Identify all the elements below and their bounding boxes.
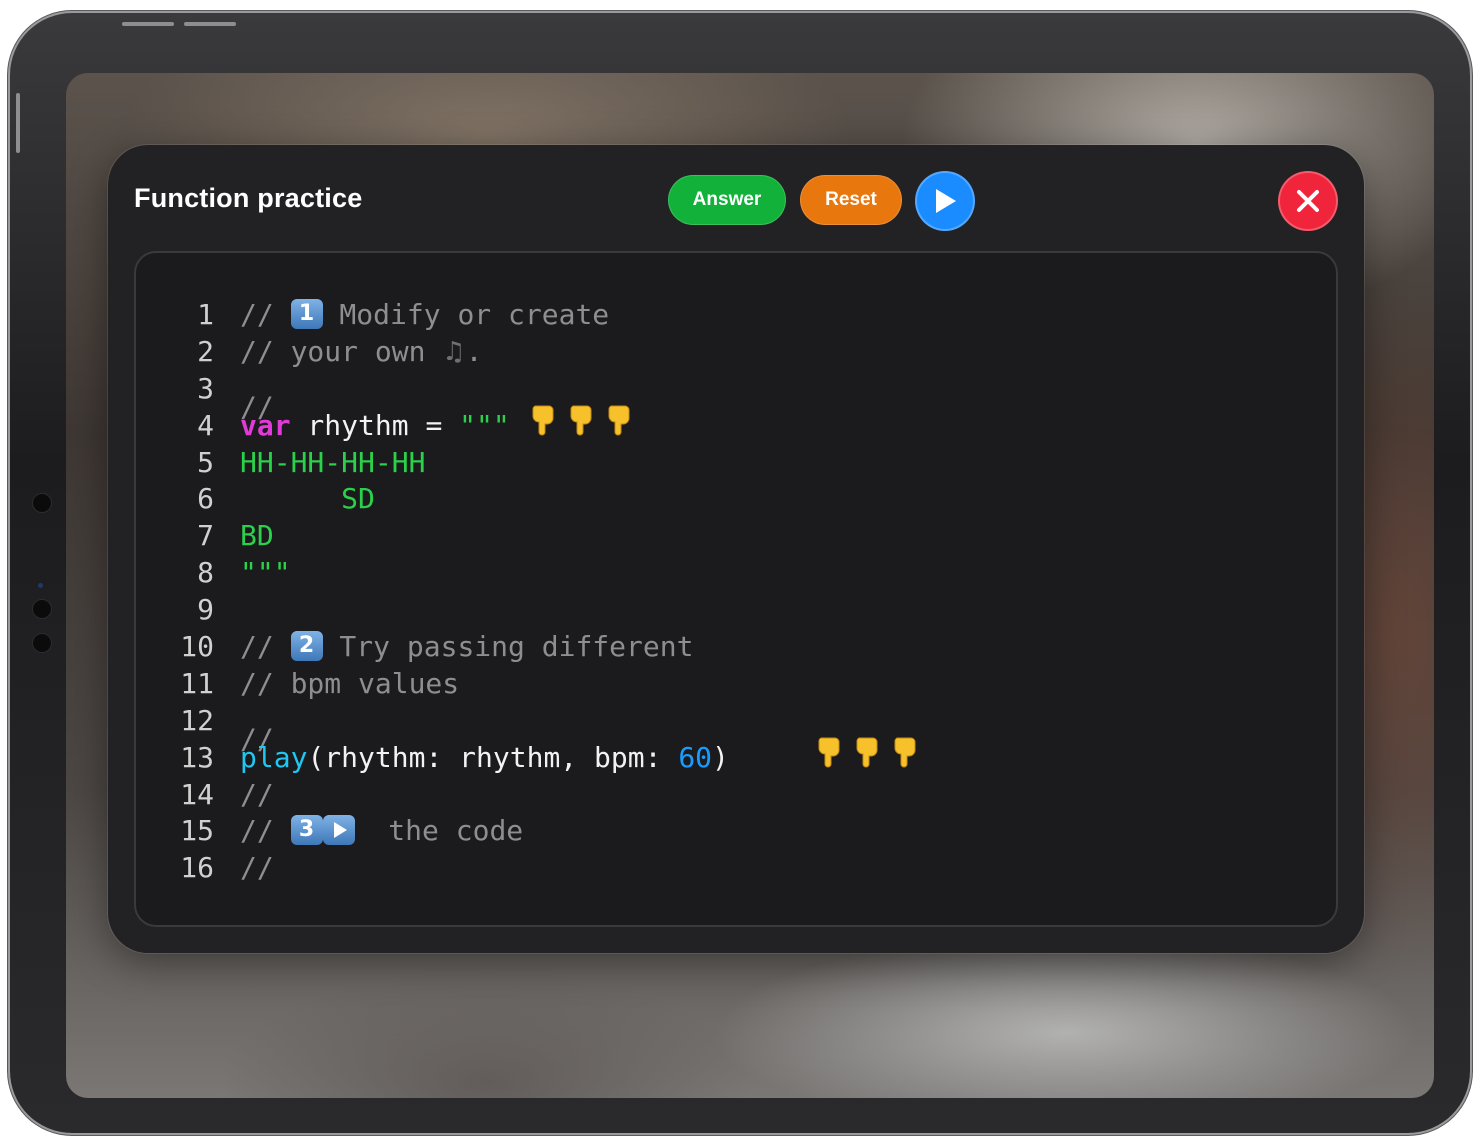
- line-number: 5: [197, 445, 214, 479]
- identifier: rhythm =: [290, 408, 460, 442]
- code-block: 1 // 1 Modify or create 2 // your own ♫.…: [166, 297, 925, 887]
- ipad-frame: Function practice Answer Reset 1 // 1 Mo…: [10, 13, 1470, 1133]
- code-line: 16 //: [166, 850, 925, 887]
- keycap-two-icon: 2: [290, 631, 323, 662]
- play-icon: [936, 189, 956, 213]
- page-title: Function practice: [134, 183, 363, 213]
- line-number: 15: [180, 814, 214, 848]
- comment: // 3 the code: [240, 813, 523, 850]
- line-number: 10: [180, 630, 214, 664]
- number-literal: 60: [678, 740, 713, 774]
- code-text: play(rhythm: rhythm, bpm: 60): [240, 740, 729, 777]
- screen: Function practice Answer Reset 1 // 1 Mo…: [66, 73, 1434, 1098]
- arguments: (rhythm: rhythm, bpm:: [307, 740, 679, 774]
- comment-text: the code: [354, 814, 524, 848]
- line-number: 4: [197, 408, 214, 442]
- comment-prefix: //: [240, 814, 291, 848]
- comment-text: Try passing different: [322, 630, 694, 664]
- comment-suffix: .: [465, 334, 483, 368]
- code-line: 14 //: [166, 777, 925, 814]
- volume-up-button: [122, 22, 174, 26]
- line-number: 1: [197, 298, 214, 331]
- code-line: 3 //: [166, 371, 925, 436]
- line-number: 7: [197, 519, 214, 553]
- comment: // bpm values: [240, 666, 460, 700]
- camera-indicator: [38, 583, 43, 588]
- closing-paren: ): [712, 740, 729, 774]
- code-line: 7 BD: [166, 518, 925, 555]
- string-literal: HH-HH-HH-HH: [240, 445, 426, 479]
- code-line: 1 // 1 Modify or create: [166, 297, 925, 334]
- line-number: 16: [180, 851, 214, 885]
- comment: // 2 Try passing different: [240, 629, 693, 666]
- function-name: play: [240, 740, 308, 774]
- power-button: [16, 93, 20, 153]
- code-line: 9: [166, 592, 925, 629]
- code-line: 12 //: [166, 703, 925, 768]
- close-button[interactable]: [1278, 171, 1338, 231]
- string-literal: BD: [240, 519, 274, 553]
- practice-panel: Function practice Answer Reset 1 // 1 Mo…: [108, 145, 1364, 953]
- string-literal: """: [240, 556, 291, 590]
- comment-prefix: //: [240, 298, 291, 331]
- code-text: var rhythm = """: [240, 408, 510, 445]
- comment-text: Modify or create: [322, 298, 610, 331]
- line-number: 12: [180, 703, 214, 737]
- code-line: 6 SD: [166, 481, 925, 518]
- comment-text: // your own: [240, 334, 443, 368]
- reset-button[interactable]: Reset: [800, 175, 902, 225]
- comment: // 1 Modify or create: [240, 297, 609, 334]
- comment: //: [240, 851, 274, 885]
- line-number: 14: [180, 777, 214, 811]
- string-literal: SD: [240, 482, 375, 516]
- keycap-three-icon: 3: [290, 815, 323, 846]
- run-button[interactable]: [915, 171, 975, 231]
- line-number: 9: [197, 593, 214, 627]
- keycap-one-icon: 1: [290, 299, 323, 329]
- line-number: 11: [180, 666, 214, 700]
- line-number: 2: [197, 334, 214, 368]
- line-number: 8: [197, 556, 214, 590]
- sensor-dot: [32, 599, 52, 619]
- close-icon: [1297, 190, 1319, 212]
- line-number: 13: [180, 740, 214, 774]
- line-number: 6: [197, 482, 214, 516]
- string-literal: """: [459, 408, 510, 442]
- volume-down-button: [184, 22, 236, 26]
- code-line: 8 """: [166, 555, 925, 592]
- line-number: 3: [197, 371, 214, 405]
- play-button-emoji-icon: [322, 815, 355, 846]
- keyword: var: [240, 408, 291, 442]
- sensor-dot: [32, 493, 52, 513]
- answer-button[interactable]: Answer: [668, 175, 786, 225]
- code-editor[interactable]: 1 // 1 Modify or create 2 // your own ♫.…: [134, 251, 1338, 927]
- code-line: 10 // 2 Try passing different: [166, 629, 925, 666]
- comment: //: [240, 371, 639, 436]
- comment-prefix: //: [240, 630, 291, 664]
- comment: //: [240, 703, 925, 768]
- sensor-dot: [32, 633, 52, 653]
- code-line: 5 HH-HH-HH-HH: [166, 445, 925, 482]
- comment: //: [240, 777, 274, 811]
- code-line: 15 // 3 the code: [166, 813, 925, 850]
